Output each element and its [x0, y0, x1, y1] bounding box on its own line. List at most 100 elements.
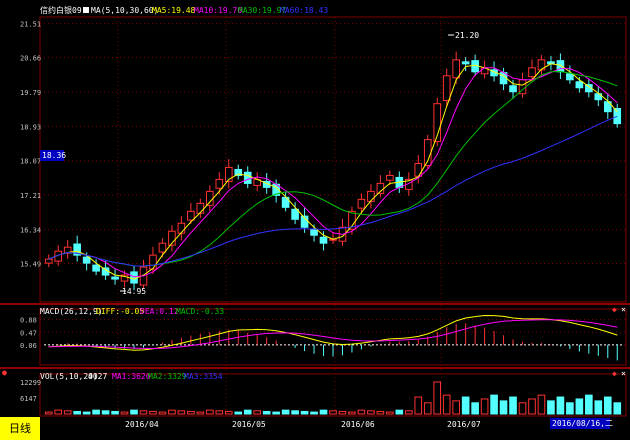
- volume-bar: [168, 409, 176, 415]
- candle-up[interactable]: [158, 242, 167, 253]
- y-tick-label: 19.79: [20, 89, 41, 97]
- volume-bar: [414, 396, 423, 415]
- ma-label: MA(5,10,30,60): [91, 6, 158, 15]
- candle-down[interactable]: [92, 264, 100, 272]
- time-label-jul: 2016/07: [447, 420, 481, 429]
- volume-bar: [603, 396, 612, 415]
- kline-chart[interactable]: 21.51 20.66 19.79 18.93 18.07 17.21 16.34 15.49…: [0, 0, 630, 440]
- candle-down[interactable]: [319, 236, 328, 244]
- volume-bar: [547, 400, 555, 415]
- vol-settings-icon[interactable]: ◆: [612, 369, 617, 378]
- candle-up[interactable]: [44, 258, 53, 264]
- vol-ma3-label: MA3:3354: [184, 372, 223, 381]
- candle-up[interactable]: [367, 190, 375, 202]
- volume-bar: [480, 398, 489, 415]
- volume-bar: [395, 409, 404, 415]
- candle-up[interactable]: [149, 254, 157, 270]
- volume-bar: [54, 409, 63, 415]
- y-tick-label: 18.07: [20, 158, 41, 166]
- volume-bar: [528, 398, 536, 415]
- volume-bar: [234, 411, 243, 415]
- time-label-apr: 2016/04: [125, 420, 159, 429]
- volume-bar: [63, 410, 72, 415]
- candle-up[interactable]: [215, 178, 224, 189]
- volume-bar: [177, 410, 186, 415]
- candle-up[interactable]: [452, 59, 460, 79]
- volume-bar: [575, 398, 584, 415]
- volume-bar: [139, 410, 148, 415]
- volume-bar: [215, 410, 224, 415]
- volume-bar: [44, 411, 53, 415]
- vol-ma2-label: MA2:3329: [148, 372, 187, 381]
- candle-up[interactable]: [528, 67, 536, 78]
- volume-bar: [281, 409, 290, 415]
- volume-bar: [556, 396, 565, 415]
- candle-up[interactable]: [177, 222, 186, 234]
- candle-down[interactable]: [613, 107, 622, 125]
- volume-bar: [300, 410, 309, 415]
- vol-y-tick: 12299: [20, 379, 41, 387]
- candle-down[interactable]: [575, 81, 584, 89]
- volume-bar: [566, 402, 574, 415]
- volume-bar: [291, 410, 299, 415]
- y-tick-label: 20.66: [20, 54, 41, 62]
- volume-bar: [471, 402, 479, 415]
- candle-up[interactable]: [442, 75, 451, 102]
- macd-panel[interactable]: [39, 308, 627, 366]
- volume-bar: [348, 411, 356, 415]
- candle-down[interactable]: [310, 228, 318, 236]
- vol-close-icon[interactable]: ×: [621, 369, 626, 378]
- volume-bar: [262, 410, 271, 415]
- volume-bar: [594, 400, 603, 415]
- macd-y-tick: 0.06: [20, 342, 37, 350]
- candle-down[interactable]: [243, 171, 252, 184]
- volume-bar: [92, 409, 100, 415]
- volume-bar: [442, 394, 451, 415]
- candle-down[interactable]: [566, 73, 574, 81]
- volume-bar: [253, 410, 262, 415]
- macd-settings-icon[interactable]: ◆: [612, 305, 617, 314]
- volume-bar: [499, 400, 508, 415]
- macd-y-tick: 0.88: [20, 317, 37, 325]
- volume-bar: [149, 410, 157, 415]
- ma5-line: [48, 63, 618, 280]
- candle-down[interactable]: [82, 256, 91, 264]
- volume-bar: [509, 396, 517, 415]
- volume-bar: [272, 411, 280, 415]
- ma-toggle-icon[interactable]: [83, 7, 89, 13]
- candle-up[interactable]: [206, 190, 214, 206]
- volume-bar: [376, 410, 385, 415]
- volume-bar: [329, 410, 337, 415]
- volume-bar: [404, 410, 413, 415]
- volume-bar: [111, 410, 119, 415]
- time-label-jun: 2016/06: [341, 420, 375, 429]
- volume-bar: [243, 409, 252, 415]
- vol-value: 4027: [88, 372, 107, 381]
- macd-label: MACD(26,12,9): [40, 307, 103, 316]
- candle-up[interactable]: [187, 210, 195, 221]
- macd-close-icon[interactable]: ×: [621, 305, 626, 314]
- ma5-label: MA5:19.48: [152, 6, 196, 15]
- candle-up[interactable]: [357, 198, 366, 209]
- y-tick-label: 21.51: [20, 21, 41, 29]
- candle-up[interactable]: [414, 162, 423, 177]
- stock-name: 信约白银09: [40, 5, 82, 15]
- candle-down[interactable]: [130, 271, 138, 284]
- volume-bar: [433, 381, 442, 415]
- candle-down[interactable]: [291, 208, 299, 220]
- volume-bar: [490, 394, 498, 415]
- candle-up[interactable]: [386, 174, 394, 181]
- ma10-line: [48, 67, 618, 278]
- y-tick-label: 17.21: [20, 192, 41, 200]
- volume-bar: [367, 410, 375, 415]
- candle-down[interactable]: [461, 61, 470, 65]
- volume-bar: [585, 394, 593, 415]
- candle-down[interactable]: [509, 85, 517, 93]
- volume-bar: [120, 411, 129, 415]
- candle-down[interactable]: [111, 276, 119, 280]
- volume-bar: [73, 410, 81, 415]
- volume-bar: [196, 411, 205, 415]
- y-tick-label: 15.49: [20, 261, 41, 269]
- volume-bar: [518, 402, 527, 415]
- volume-bar: [386, 411, 394, 415]
